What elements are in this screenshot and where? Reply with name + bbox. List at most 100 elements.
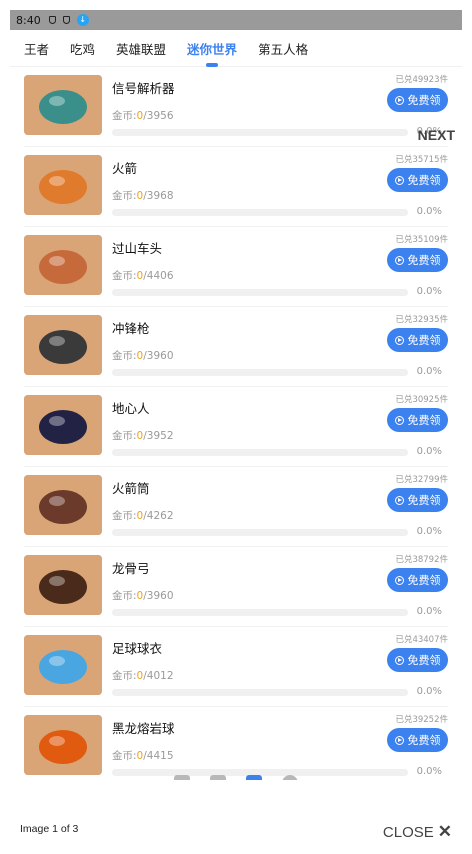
coins-need: /3956 [143,110,174,122]
core-man-icon [24,395,102,455]
item-thumbnail [24,75,102,135]
list-item[interactable]: 火箭 金币:0/3968 0.0% 已兑35715件 免费领 [10,147,462,227]
play-icon [394,495,404,505]
item-price: 金币:0/3952 [112,428,174,443]
progress-bar [112,369,408,376]
tab-lol[interactable]: 英雄联盟 [116,39,166,58]
list-item[interactable]: 信号解析器 金币:0/3956 0.0% 已兑49923件 免费领 [10,67,462,147]
progress-percent: 0.0% [416,366,442,377]
list-item[interactable]: 黑龙熔岩球 金币:0/4415 0.0% 已兑39252件 免费领 [10,707,462,780]
claim-button[interactable]: 免费领 [387,568,448,592]
list-item[interactable]: 足球球衣 金币:0/4012 0.0% 已兑43407件 免费领 [10,627,462,707]
play-icon [394,655,404,665]
item-thumbnail [24,475,102,535]
image-icon [174,775,190,780]
item-list: 信号解析器 金币:0/3956 0.0% 已兑49923件 免费领 火箭 金币:0/3968… [10,67,462,780]
redeemed-count: 已兑39252件 [395,715,448,725]
claim-button[interactable]: 免费领 [387,648,448,672]
download-icon: ↓ [76,14,89,26]
coin-label: 金币: [112,510,137,522]
claim-label: 免费领 [407,254,441,267]
nav-props[interactable]: 道具 [234,775,274,780]
nav-assist[interactable]: 辅助 [162,775,202,780]
smg-icon [24,315,102,375]
progress-percent: 0.0% [416,686,442,697]
claim-label: 免费领 [407,734,441,747]
tab-chiji[interactable]: 吃鸡 [70,39,95,58]
item-thumbnail [24,635,102,695]
progress-bar [112,129,408,136]
claim-button[interactable]: 免费领 [387,168,448,192]
item-price: 金币:0/4415 [112,748,174,763]
coins-need: /4012 [143,670,174,682]
claim-label: 免费领 [407,334,441,347]
next-button[interactable]: NEXT [418,127,455,143]
progress-bar [112,689,408,696]
list-item[interactable]: 过山车头 金币:0/4406 0.0% 已兑35109件 免费领 [10,227,462,307]
list-item[interactable]: 火箭筒 金币:0/4262 0.0% 已兑32799件 免费领 [10,467,462,547]
item-name: 黑龙熔岩球 [112,721,175,736]
signal-analyzer-icon [24,75,102,135]
item-price: 金币:0/4012 [112,668,174,683]
claim-button[interactable]: 免费领 [387,408,448,432]
close-icon: ✕ [437,822,452,841]
list-item[interactable]: 地心人 金币:0/3952 0.0% 已兑30925件 免费领 [10,387,462,467]
play-icon [394,575,404,585]
list-item[interactable]: 冲锋枪 金币:0/3960 0.0% 已兑32935件 免费领 [10,307,462,387]
rocket-icon [24,155,102,215]
nav-skins[interactable]: 皮肤 [198,775,238,780]
coin-label: 金币: [112,350,137,362]
coin-label: 金币: [112,110,137,122]
item-thumbnail [24,315,102,375]
progress-bar [112,209,408,216]
play-icon [394,95,404,105]
redeemed-count: 已兑35715件 [395,155,448,165]
claim-button[interactable]: 免费领 [387,88,448,112]
tab-mini-world[interactable]: 迷你世界 [187,39,237,67]
item-price: 金币:0/4262 [112,508,174,523]
person-icon [282,775,298,780]
shield-icon [62,16,70,24]
claim-button[interactable]: 免费领 [387,248,448,272]
coins-need: /3960 [143,590,174,602]
tab-wangzhe[interactable]: 王者 [24,39,49,58]
play-icon [394,415,404,425]
coin-label: 金币: [112,590,137,602]
item-thumbnail [24,555,102,615]
item-price: 金币:0/3956 [112,108,174,123]
jersey-icon [24,635,102,695]
item-thumbnail [24,715,102,775]
nav-mine[interactable]: 我的 [270,775,310,780]
claim-label: 免费领 [407,414,441,427]
play-icon [394,255,404,265]
close-button[interactable]: CLOSE ✕ [383,822,452,842]
progress-percent: 0.0% [416,606,442,617]
status-bar: 8:40 ↓ [10,10,462,30]
progress-bar [112,449,408,456]
item-name: 冲锋枪 [112,321,150,336]
progress-percent: 0.0% [416,206,442,217]
list-item[interactable]: 龙骨弓 金币:0/3960 0.0% 已兑38792件 免费领 [10,547,462,627]
coins-need: /3968 [143,190,174,202]
claim-button[interactable]: 免费领 [387,728,448,752]
lava-ball-icon [24,715,102,775]
claim-button[interactable]: 免费领 [387,328,448,352]
shirt-icon [210,775,226,780]
redeemed-count: 已兑49923件 [395,75,448,85]
cube-icon [246,775,262,780]
coaster-head-icon [24,235,102,295]
item-thumbnail [24,155,102,215]
claim-button[interactable]: 免费领 [387,488,448,512]
play-icon [394,735,404,745]
status-time: 8:40 [16,13,41,27]
image-caption: Image 1 of 3 [20,823,79,835]
progress-percent: 0.0% [416,286,442,297]
app-screenshot: 8:40 ↓ 王者 吃鸡 英雄联盟 迷你世界 第五人格 信号解析器 金币:0/39… [10,10,462,780]
coins-need: /4406 [143,270,174,282]
redeemed-count: 已兑32799件 [395,475,448,485]
item-price: 金币:0/4406 [112,268,174,283]
tab-identity-v[interactable]: 第五人格 [258,39,308,58]
progress-bar [112,609,408,616]
progress-bar [112,289,408,296]
coins-need: /4262 [143,510,174,522]
